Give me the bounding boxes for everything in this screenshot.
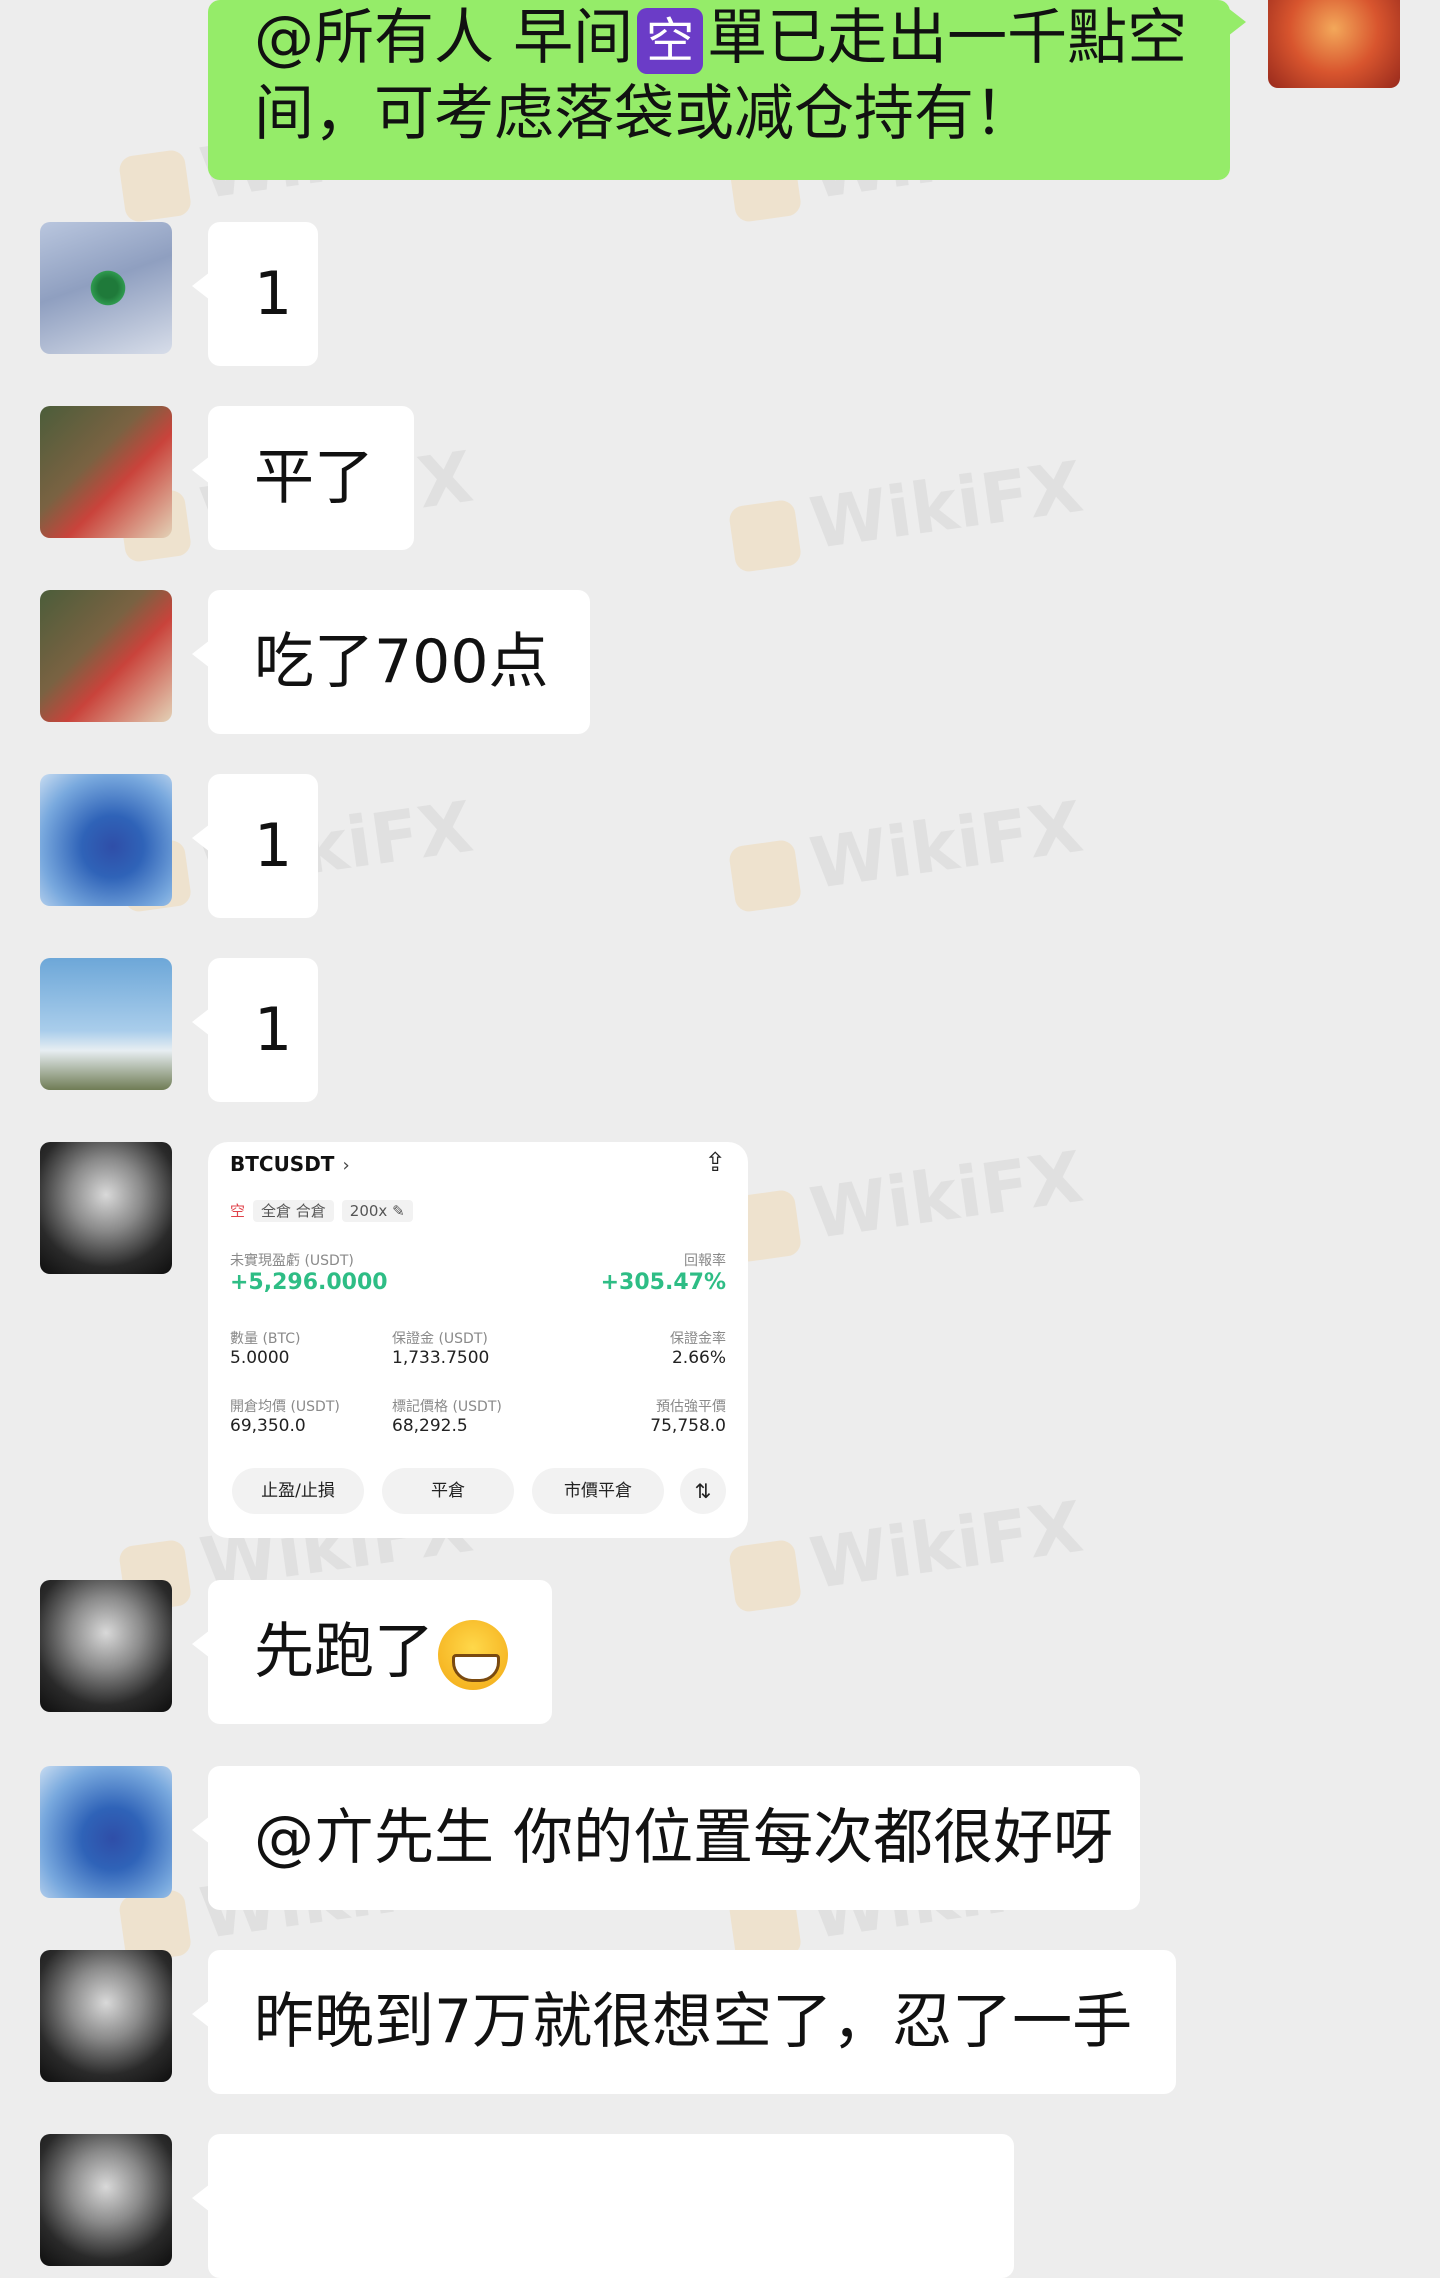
- avatar[interactable]: [40, 590, 172, 722]
- side-tag: 空: [230, 1202, 246, 1220]
- swap-icon[interactable]: ⇅: [680, 1468, 726, 1514]
- roe-value: +305.47%: [600, 1270, 726, 1295]
- message-text: 昨晚到7万就很想空了，忍了一手: [254, 1987, 1133, 2057]
- edit-icon: ✎: [392, 1202, 405, 1220]
- message-bubble[interactable]: 昨晚到7万就很想空了，忍了一手: [192, 1950, 1176, 2094]
- message-bubble[interactable]: 1: [192, 222, 318, 366]
- pnl-label: 未實現盈虧 (USDT): [230, 1253, 354, 1269]
- liq-price-block: 預估強平價 75,758.0: [650, 1399, 726, 1436]
- message-text: 平了: [254, 443, 374, 513]
- avatar[interactable]: [40, 2134, 172, 2266]
- pnl-value: +5,296.0000: [230, 1270, 388, 1295]
- position-tags: 空全倉 合倉 200x ✎: [230, 1200, 726, 1222]
- watermark: WikiFX: [726, 1486, 1088, 1616]
- trading-pair: BTCUSDT: [230, 1152, 335, 1176]
- margin-mode-tag: 全倉 合倉: [253, 1200, 334, 1222]
- close-position-button[interactable]: 平倉: [382, 1468, 514, 1514]
- avatar-self[interactable]: [1268, 0, 1400, 88]
- chat-window: WikiFX WikiFX WikiFX WikiFX WikiFX WikiF…: [0, 0, 1440, 2278]
- pnl-block: 未實現盈虧 (USDT) +5,296.0000: [230, 1250, 388, 1295]
- avatar[interactable]: [40, 222, 172, 354]
- avatar[interactable]: [40, 774, 172, 906]
- message-text: 先跑了: [254, 1617, 434, 1687]
- chevron-right-icon: ›: [342, 1155, 350, 1176]
- avatar[interactable]: [40, 1766, 172, 1898]
- share-icon[interactable]: ⇪: [704, 1148, 726, 1178]
- watermark: WikiFX: [726, 1136, 1088, 1266]
- qty-block: 數量 (BTC) 5.0000: [230, 1331, 301, 1368]
- message-text: 吃了700点: [254, 627, 549, 697]
- wikifx-logo-icon: [727, 838, 803, 914]
- leverage-tag[interactable]: 200x ✎: [341, 1200, 413, 1222]
- message-bubble[interactable]: 1: [192, 958, 318, 1102]
- wikifx-logo-icon: [727, 1538, 803, 1614]
- message-bubble[interactable]: 吃了700点: [192, 590, 590, 734]
- message-text: 1: [254, 259, 293, 329]
- avatar[interactable]: [40, 958, 172, 1090]
- market-close-button[interactable]: 市價平倉: [532, 1468, 664, 1514]
- avatar[interactable]: [40, 406, 172, 538]
- message-text: 1: [254, 995, 293, 1065]
- grinning-face-emoji: [438, 1620, 508, 1691]
- avatar[interactable]: [40, 1580, 172, 1712]
- message-bubble[interactable]: 平了: [192, 406, 414, 550]
- message-bubble[interactable]: [192, 2134, 1014, 2278]
- watermark: WikiFX: [726, 786, 1088, 916]
- watermark: WikiFX: [726, 446, 1088, 576]
- message-text: @亣先生 你的位置每次都很好呀: [254, 1803, 1114, 1873]
- avatar[interactable]: [40, 1142, 172, 1274]
- message-text: @所有人 早间空單已走出一千點空间，可考虑落袋或减仓持有！: [254, 3, 1188, 149]
- message-bubble[interactable]: 1: [192, 774, 318, 918]
- roe-block: 回報率 +305.47%: [601, 1250, 726, 1295]
- margin-block: 保證金 (USDT) 1,733.7500: [392, 1331, 490, 1368]
- wikifx-logo-icon: [117, 148, 193, 224]
- entry-price-block: 開倉均價 (USDT) 69,350.0: [230, 1399, 340, 1436]
- mark-price-block: 標記價格 (USDT) 68,292.5: [392, 1399, 502, 1436]
- avatar[interactable]: [40, 1950, 172, 2082]
- message-bubble-outgoing[interactable]: @所有人 早间空單已走出一千點空间，可考虑落袋或减仓持有！: [208, 0, 1246, 180]
- trade-position-card[interactable]: BTCUSDT › ⇪ 空全倉 合倉 200x ✎ 未實現盈虧 (USDT) +5,…: [208, 1142, 748, 1538]
- message-bubble[interactable]: @亣先生 你的位置每次都很好呀: [192, 1766, 1140, 1910]
- roe-label: 回報率: [684, 1253, 726, 1269]
- card-header: BTCUSDT ›: [230, 1152, 726, 1176]
- short-emoji-icon: 空: [637, 8, 704, 75]
- message-text: 1: [254, 811, 293, 881]
- message-bubble[interactable]: 先跑了: [192, 1580, 552, 1724]
- tp-sl-button[interactable]: 止盈/止損: [232, 1468, 364, 1514]
- margin-ratio-block: 保證金率 2.66%: [670, 1331, 726, 1368]
- wikifx-logo-icon: [727, 498, 803, 574]
